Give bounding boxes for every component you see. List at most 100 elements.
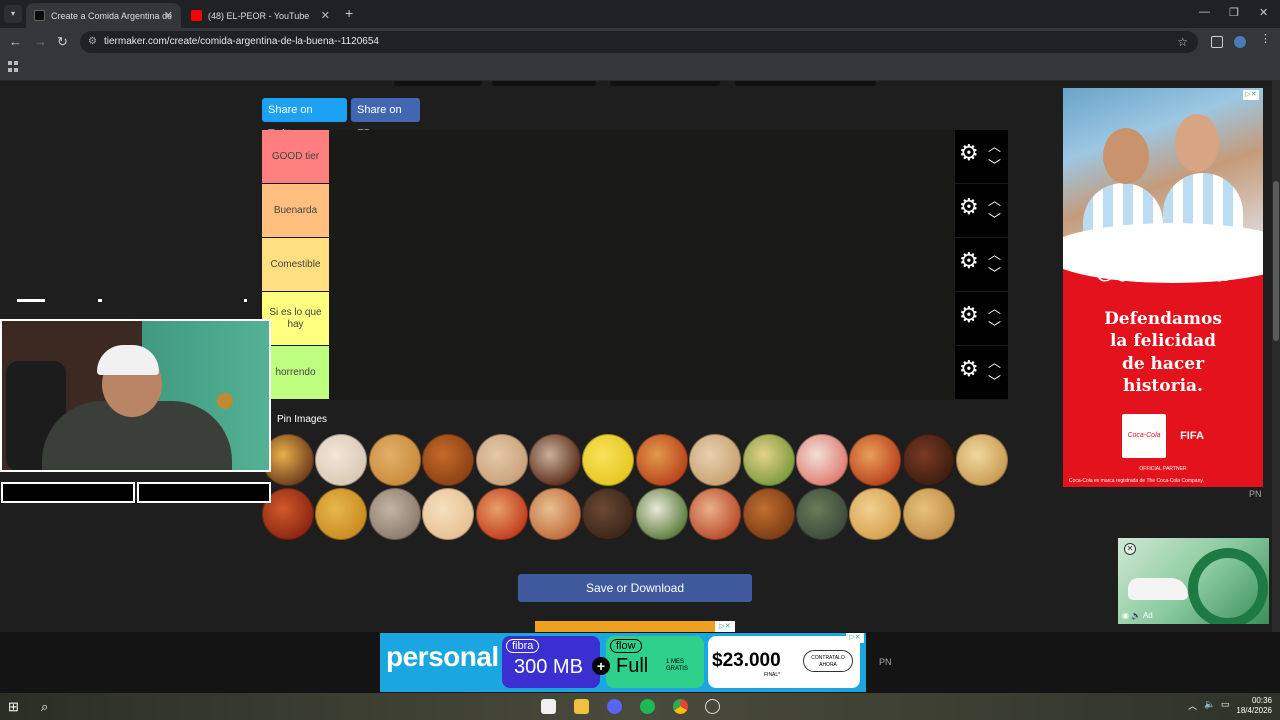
- chocolate-cake-icon[interactable]: [582, 488, 635, 540]
- reload-icon[interactable]: ↻: [57, 34, 68, 50]
- volume-icon[interactable]: 🔈: [1204, 699, 1219, 714]
- move-up-icon[interactable]: ︿: [988, 352, 1001, 371]
- sushi-icon[interactable]: [796, 434, 848, 486]
- milanesa-icon[interactable]: [368, 488, 421, 540]
- tier-drop-zone[interactable]: [329, 292, 955, 345]
- profile-avatar[interactable]: [1234, 36, 1246, 48]
- chrome-icon[interactable]: [673, 699, 688, 714]
- nav-strip-item[interactable]: [394, 81, 482, 86]
- move-up-icon[interactable]: ︿: [988, 298, 1001, 317]
- pepperoni-pizza-icon[interactable]: [475, 488, 528, 540]
- tier-label[interactable]: Si es lo que hay: [262, 292, 329, 345]
- minimize-icon[interactable]: —: [1199, 6, 1210, 18]
- adchoices-icon[interactable]: ▷✕: [846, 633, 864, 643]
- bread-icon[interactable]: [956, 434, 1009, 486]
- scrollbar-thumb[interactable]: [1273, 181, 1279, 341]
- lasagna-icon[interactable]: [849, 434, 902, 486]
- restore-icon[interactable]: ❐: [1229, 6, 1239, 19]
- video-ad[interactable]: ✕ ◉ 🔈 Ad: [1118, 538, 1269, 624]
- tier-drop-zone[interactable]: [329, 238, 955, 291]
- discord-icon[interactable]: [607, 699, 622, 714]
- move-down-icon[interactable]: ﹀: [988, 209, 1001, 228]
- nav-strip-item[interactable]: [735, 81, 876, 86]
- canelones-icon[interactable]: [689, 434, 742, 486]
- roast-chicken-icon[interactable]: [742, 488, 795, 540]
- apps-grid-icon[interactable]: [8, 61, 19, 72]
- share-facebook-button[interactable]: Share on FB: [351, 98, 420, 140]
- gear-icon[interactable]: ⚙: [959, 358, 979, 380]
- coca-cola-ad[interactable]: Coca-Cola Defendamos la felicidad de hac…: [1063, 88, 1263, 487]
- share-twitter-button[interactable]: Share on Twitter: [262, 98, 347, 140]
- file-explorer-icon[interactable]: [574, 699, 589, 714]
- tab-youtube[interactable]: (48) EL-PEOR - YouTube ✕: [183, 3, 338, 28]
- tier-drop-zone[interactable]: [329, 184, 955, 237]
- tier-label[interactable]: GOOD tier: [262, 130, 329, 183]
- spotify-icon[interactable]: [640, 699, 655, 714]
- close-tab-icon[interactable]: ✕: [321, 9, 330, 22]
- tart-icon[interactable]: [742, 434, 795, 486]
- tab-tiermaker[interactable]: Create a Comida Argentina de ✕: [26, 3, 181, 28]
- close-tab-icon[interactable]: ✕: [164, 9, 173, 22]
- move-up-icon[interactable]: ︿: [988, 244, 1001, 263]
- sandwich-icon[interactable]: [315, 434, 368, 486]
- fries-icon[interactable]: [902, 488, 955, 540]
- gear-icon[interactable]: ⚙: [959, 196, 979, 218]
- page-scrollbar[interactable]: [1272, 81, 1280, 632]
- move-up-icon[interactable]: ︿: [988, 136, 1001, 155]
- tier-label[interactable]: Buenarda: [262, 184, 329, 237]
- video-ad-controls[interactable]: ◉ 🔈 Ad: [1122, 611, 1153, 620]
- asado-icon[interactable]: [902, 434, 955, 486]
- move-up-icon[interactable]: ︿: [988, 190, 1001, 209]
- search-icon[interactable]: ⌕: [41, 699, 56, 714]
- nav-strip-item[interactable]: [492, 81, 596, 86]
- new-tab-icon[interactable]: +: [345, 5, 353, 21]
- gear-icon[interactable]: ⚙: [959, 142, 979, 164]
- hotdog-icon[interactable]: [529, 488, 581, 540]
- ravioli-icon[interactable]: [689, 488, 742, 540]
- ad-banner-stub[interactable]: ▷✕: [535, 621, 735, 632]
- nav-strip-item[interactable]: [610, 81, 720, 86]
- system-clock[interactable]: 00:36 18/4/2026: [1236, 696, 1272, 717]
- network-icon[interactable]: ▭: [1221, 699, 1236, 714]
- stew-icon[interactable]: [422, 434, 475, 486]
- obs-icon[interactable]: [705, 699, 720, 714]
- tier-label[interactable]: horrendo: [262, 346, 329, 399]
- tier-label[interactable]: Comestible: [262, 238, 329, 291]
- spaghetti-icon[interactable]: [475, 434, 528, 486]
- menu-kebab-icon[interactable]: ⋮: [1260, 32, 1272, 45]
- save-or-download-button[interactable]: Save or Download: [518, 574, 752, 602]
- tray-chevron-icon[interactable]: ︿: [1188, 699, 1203, 714]
- gear-icon[interactable]: ⚙: [959, 304, 979, 326]
- vegetables-icon[interactable]: [796, 488, 848, 540]
- pasta-icon[interactable]: [582, 434, 635, 486]
- address-bar[interactable]: ⚙ tiermaker.com/create/comida-argentina-…: [80, 31, 1198, 53]
- back-icon[interactable]: ←: [9, 34, 22, 49]
- store-icon[interactable]: [541, 699, 556, 714]
- gear-icon[interactable]: ⚙: [959, 250, 979, 272]
- forward-icon[interactable]: →: [34, 34, 47, 49]
- pastry-icon[interactable]: [849, 488, 902, 540]
- close-window-icon[interactable]: ✕: [1259, 6, 1268, 19]
- adchoices-icon[interactable]: ▷✕: [715, 621, 735, 632]
- contratalo-button[interactable]: CONTRATALO AHORA: [803, 650, 853, 672]
- pizza-icon[interactable]: [635, 434, 688, 486]
- media-control-icon[interactable]: [1211, 36, 1223, 48]
- close-icon[interactable]: ✕: [1124, 543, 1136, 555]
- move-down-icon[interactable]: ﹀: [988, 317, 1001, 336]
- personal-ad[interactable]: personal fibra 300 MB flow Full 1 MES GR…: [380, 633, 866, 692]
- move-down-icon[interactable]: ﹀: [988, 371, 1001, 390]
- quesadilla-icon[interactable]: [422, 488, 475, 540]
- bookmark-star-icon[interactable]: ☆: [1177, 31, 1188, 53]
- tier-drop-zone[interactable]: [329, 130, 955, 183]
- empanada-icon[interactable]: [368, 434, 421, 486]
- nuggets-icon[interactable]: [315, 488, 368, 540]
- tab-search-button[interactable]: ▾: [4, 5, 22, 23]
- pin-images-label[interactable]: Pin Images: [277, 414, 327, 425]
- move-down-icon[interactable]: ﹀: [988, 155, 1001, 174]
- adchoices-icon[interactable]: ▷✕: [1243, 90, 1259, 100]
- move-down-icon[interactable]: ﹀: [988, 263, 1001, 282]
- tier-drop-zone[interactable]: [329, 346, 955, 399]
- salad-icon[interactable]: [635, 488, 688, 540]
- windows-start-icon[interactable]: ⊞: [8, 699, 23, 714]
- meatballs-icon[interactable]: [529, 434, 581, 486]
